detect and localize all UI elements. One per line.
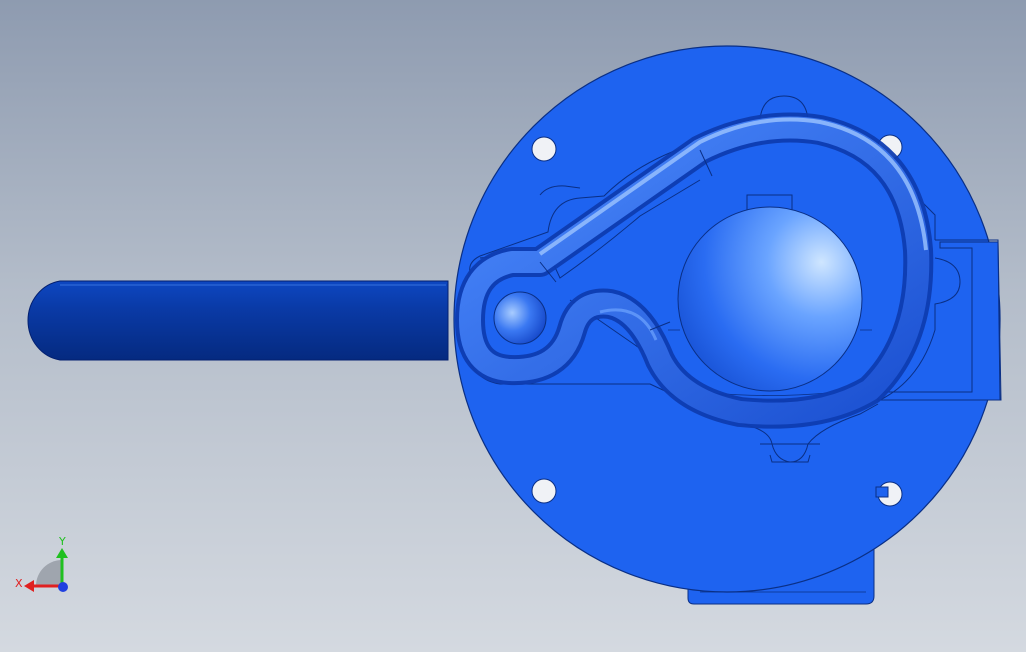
hole-top-left [531, 136, 557, 162]
graphics-viewport[interactable]: Y X [0, 0, 1026, 652]
y-axis-label: Y [58, 535, 66, 548]
shaft[interactable] [27, 280, 449, 361]
hole-bottom-left [531, 478, 557, 504]
y-arrow-icon [56, 548, 68, 558]
model-view[interactable]: Y X [0, 0, 1026, 652]
z-axis-dot [58, 582, 68, 592]
axis-triad: Y X [15, 535, 68, 592]
x-arrow-icon [24, 580, 34, 592]
x-axis-label: X [15, 577, 23, 590]
